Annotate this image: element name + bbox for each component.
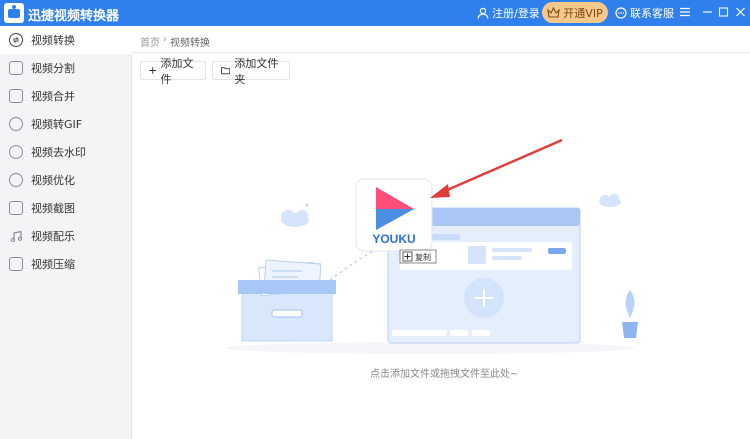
watermark-icon bbox=[9, 145, 23, 159]
menu-icon bbox=[680, 7, 690, 17]
breadcrumb-current: 视频转换 bbox=[170, 38, 210, 49]
gif-icon bbox=[9, 117, 23, 131]
breadcrumb-separator: › bbox=[163, 34, 167, 45]
close-icon bbox=[735, 7, 745, 17]
file-box-icon bbox=[238, 259, 336, 342]
sidebar: 视频转换 视频分割 视频合并 视频转GIF 视频去水印 视频优化 视频截图 视频… bbox=[0, 26, 132, 439]
sidebar-item-video-split[interactable]: 视频分割 bbox=[0, 54, 132, 82]
add-file-label: 添加文件 bbox=[160, 56, 194, 86]
sidebar-item-video-music[interactable]: 视频配乐 bbox=[0, 222, 132, 250]
close-button[interactable] bbox=[731, 3, 749, 21]
sidebar-item-label: 视频去水印 bbox=[31, 146, 86, 159]
chat-icon bbox=[615, 7, 627, 19]
user-icon bbox=[477, 7, 489, 19]
sidebar-item-video-gif[interactable]: 视频转GIF bbox=[0, 110, 132, 138]
cloud-icon bbox=[281, 210, 309, 227]
sidebar-item-label: 视频截图 bbox=[31, 202, 75, 215]
dragged-file-icon: YOUKU bbox=[355, 178, 433, 252]
sidebar-item-video-optimize[interactable]: 视频优化 bbox=[0, 166, 132, 194]
optimize-icon bbox=[9, 173, 23, 187]
login-register-button[interactable]: 注册/登录 bbox=[477, 4, 540, 22]
contact-service-label: 联系客服 bbox=[630, 7, 674, 20]
app-title: 迅捷视频转换器 bbox=[28, 9, 120, 24]
merge-icon bbox=[9, 89, 23, 103]
menu-button[interactable] bbox=[676, 3, 694, 21]
sidebar-item-video-screenshot[interactable]: 视频截图 bbox=[0, 194, 132, 222]
split-icon bbox=[9, 61, 23, 75]
crown-icon bbox=[547, 7, 561, 18]
sidebar-item-video-merge[interactable]: 视频合并 bbox=[0, 82, 132, 110]
login-register-label: 注册/登录 bbox=[492, 7, 540, 20]
convert-icon bbox=[9, 33, 23, 47]
maximize-icon bbox=[718, 7, 728, 17]
sidebar-item-label: 视频压缩 bbox=[31, 258, 75, 271]
sidebar-item-label: 视频配乐 bbox=[31, 230, 75, 243]
sidebar-item-label: 视频合并 bbox=[31, 90, 75, 103]
app-logo-icon bbox=[4, 3, 24, 23]
plus-icon bbox=[149, 67, 157, 74]
youku-logo-text: YOUKU bbox=[372, 232, 415, 246]
plant-icon bbox=[622, 290, 638, 338]
sidebar-item-video-watermark[interactable]: 视频去水印 bbox=[0, 138, 132, 166]
open-vip-button[interactable]: 开通VIP bbox=[542, 2, 608, 23]
decor-dot bbox=[305, 203, 309, 207]
folder-icon bbox=[221, 67, 231, 75]
drop-hint: 点击添加文件或拖拽文件至此处~ bbox=[370, 369, 519, 380]
screenshot-icon bbox=[9, 201, 23, 215]
header-divider bbox=[132, 52, 750, 53]
compress-icon bbox=[9, 257, 23, 271]
sidebar-item-label: 视频转换 bbox=[31, 34, 75, 47]
sidebar-item-video-compress[interactable]: 视频压缩 bbox=[0, 250, 132, 278]
add-folder-label: 添加文件夹 bbox=[234, 56, 279, 86]
sidebar-item-video-convert[interactable]: 视频转换 bbox=[0, 26, 132, 54]
cloud-icon bbox=[599, 194, 621, 207]
sidebar-item-label: 视频优化 bbox=[31, 174, 75, 187]
drop-area-illustration[interactable]: YOUKU 复制 bbox=[220, 130, 660, 355]
maximize-button[interactable] bbox=[714, 3, 732, 21]
add-folder-button[interactable]: 添加文件夹 bbox=[212, 57, 290, 86]
add-file-button[interactable]: 添加文件 bbox=[140, 57, 206, 86]
music-icon bbox=[9, 229, 23, 243]
minimize-icon bbox=[702, 11, 712, 13]
sidebar-item-label: 视频转GIF bbox=[31, 118, 83, 131]
sidebar-item-label: 视频分割 bbox=[31, 62, 75, 75]
copy-badge-label: 复制 bbox=[415, 252, 431, 262]
copy-badge: 复制 bbox=[399, 249, 437, 264]
open-vip-label: 开通VIP bbox=[563, 6, 603, 20]
breadcrumb: 首页 › 视频转换 bbox=[140, 34, 210, 49]
contact-service-button[interactable]: 联系客服 bbox=[615, 4, 674, 22]
breadcrumb-home[interactable]: 首页 bbox=[140, 34, 160, 49]
floor-shadow bbox=[225, 342, 635, 354]
red-arrow-icon bbox=[430, 138, 563, 198]
title-bar: 迅捷视频转换器 注册/登录 开通VIP 联系客服 bbox=[0, 0, 750, 26]
